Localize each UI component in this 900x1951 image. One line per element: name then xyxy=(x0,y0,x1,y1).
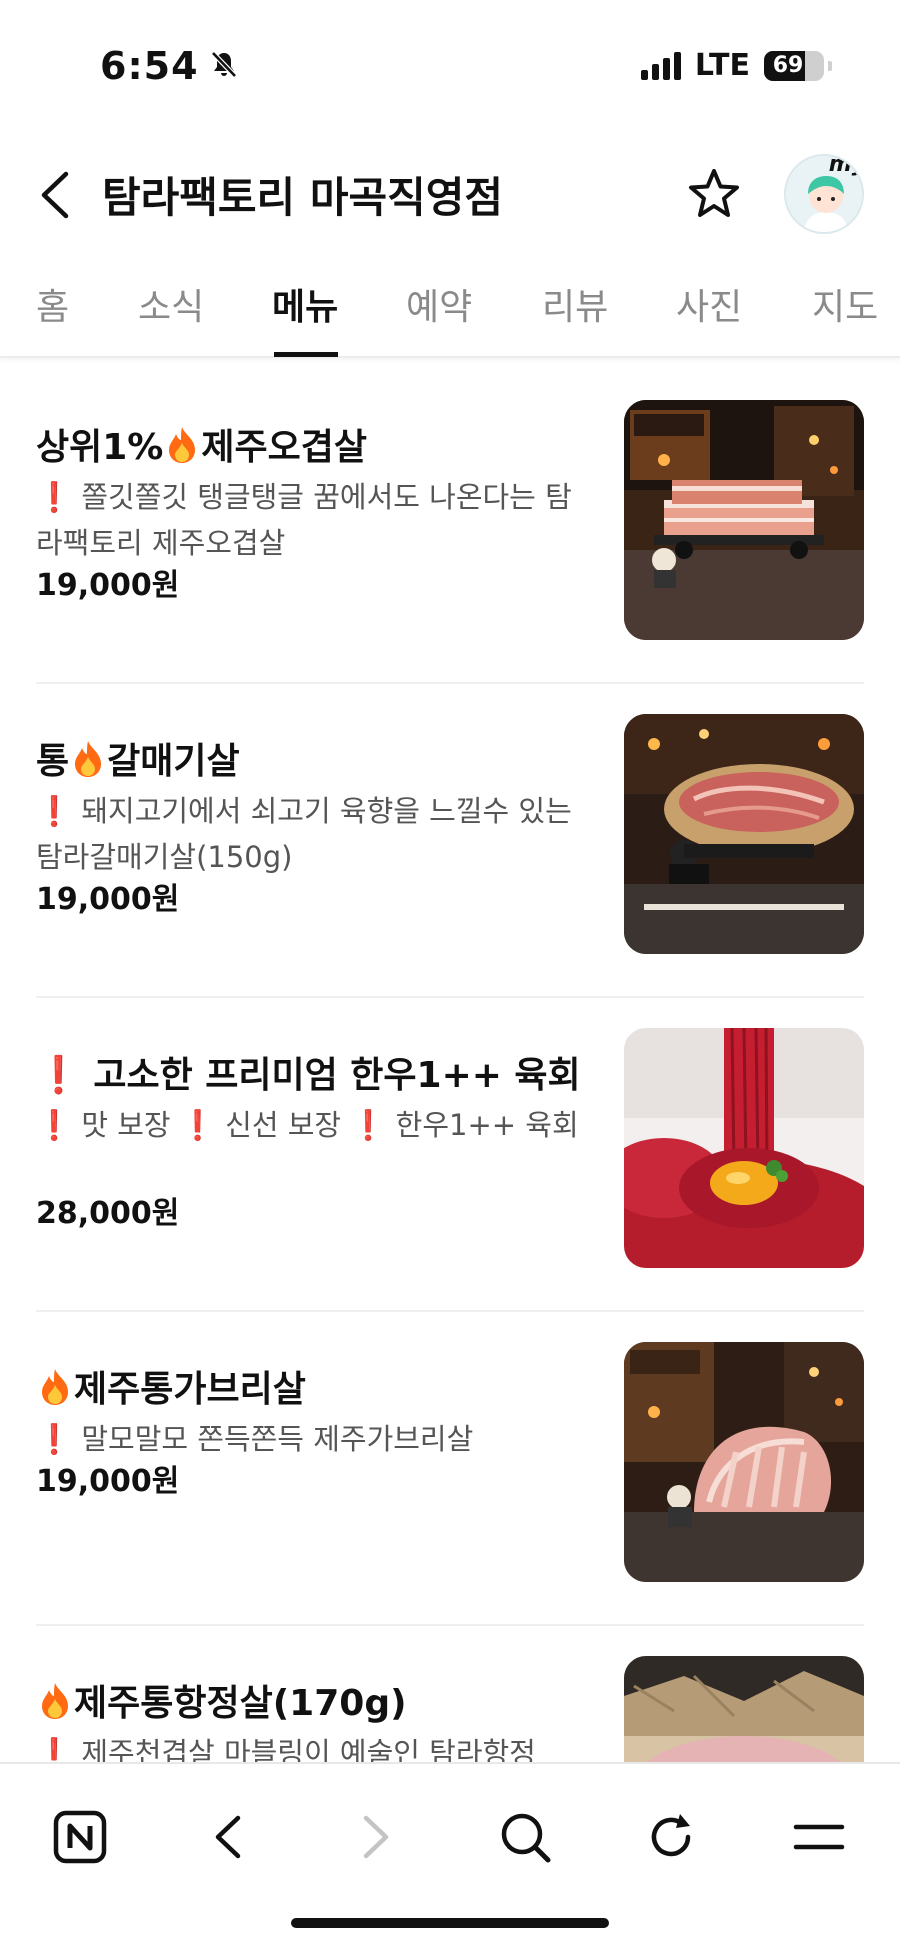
tab-bar: 홈 소식 메뉴 예약 리뷰 사진 지도 xyxy=(0,270,900,358)
exclamation-icon: ❗ xyxy=(36,480,73,514)
battery-percent: 69 xyxy=(772,52,804,78)
exclamation-icon: ❗ xyxy=(36,1055,81,1096)
beef-tartare-food-photo[interactable] xyxy=(624,1028,864,1268)
exclamation-icon: ❗ xyxy=(36,794,73,828)
forward-icon xyxy=(363,1815,389,1859)
pork-belly-food-photo[interactable] xyxy=(624,400,864,640)
menu-item-desc-text: 말모말모 쫀득쫀득 제주가브리살 xyxy=(81,1422,474,1456)
browser-forward-button[interactable] xyxy=(342,1802,412,1872)
menu-item-desc: ❗ 쫄깃쫄깃 탱글탱글 꿈에서도 나온다는 탐라팩토리 제주오겹살 xyxy=(36,474,591,566)
menu-item-desc-text: 돼지고기에서 쇠고기 육향을 느낄수 있는 탐라갈매기살(150g) xyxy=(36,794,572,874)
menu-item-price: 19,000원 xyxy=(36,568,180,603)
menu-item-name: 제주통가브리살 xyxy=(36,1360,306,1416)
clock: 6:54 xyxy=(100,44,199,88)
menu-item-desc: ❗ 제주천겹살 마블링이 예술인 탐라항정 xyxy=(36,1730,591,1762)
menu-item-name: 제주통항정살(170g) xyxy=(36,1674,407,1730)
network-label: LTE xyxy=(694,48,750,83)
galmaegisal-food-photo[interactable] xyxy=(624,714,864,954)
menu-item-desc-text: 쫄깃쫄깃 탱글탱글 꿈에서도 나온다는 탐라팩토리 제주오겹살 xyxy=(36,480,572,560)
tab-reservation[interactable]: 예약 xyxy=(406,278,472,330)
menu-item-desc-text: 제주천겹살 마블링이 예술인 탐라항정 xyxy=(81,1736,536,1762)
menu-item-name-suffix: 갈매기살 xyxy=(107,741,240,782)
gabrisal-food-photo[interactable] xyxy=(624,1342,864,1582)
place-header: 탐라팩토리 마곡직영점 my xyxy=(0,140,900,250)
favorite-button[interactable] xyxy=(684,164,744,224)
menu-item-name: ❗ 고소한 프리미엄 한우1++ 육회 xyxy=(36,1046,581,1098)
naver-home-icon xyxy=(53,1810,107,1864)
fire-icon xyxy=(38,1681,72,1730)
exclamation-icon: ❗ xyxy=(350,1108,387,1142)
search-icon xyxy=(501,1813,551,1863)
battery-cap xyxy=(828,60,832,71)
star-icon xyxy=(689,169,739,217)
search-button[interactable] xyxy=(490,1802,560,1872)
back-button[interactable] xyxy=(30,168,80,222)
menu-item-name-prefix: 통 xyxy=(36,741,70,782)
exclamation-icon: ❗ xyxy=(36,1422,73,1456)
menu-item[interactable]: 상위1% 제주오겹살 ❗ 쫄깃쫄깃 탱글탱글 꿈에서도 나온다는 탐라팩토리 제주… xyxy=(36,370,864,684)
tab-news[interactable]: 소식 xyxy=(138,278,204,330)
my-label: my xyxy=(828,154,864,177)
menu-item-price: 19,000원 xyxy=(36,1464,180,1499)
chevron-left-icon xyxy=(41,171,69,219)
status-indicators: LTE 69 xyxy=(640,48,832,83)
bell-off-icon xyxy=(209,44,239,88)
page-title: 탐라팩토리 마곡직영점 xyxy=(102,173,504,222)
menu-item-name-suffix: 고소한 프리미엄 한우1++ 육회 xyxy=(93,1055,581,1096)
menu-item[interactable]: 통 갈매기살 ❗ 돼지고기에서 쇠고기 육향을 느낄수 있는 탐라갈매기살(150… xyxy=(36,684,864,998)
menu-item-desc-text: 한우1++ 육회 xyxy=(395,1108,579,1142)
fire-icon xyxy=(38,1367,72,1416)
menu-item[interactable]: ❗ 고소한 프리미엄 한우1++ 육회 ❗ 맛 보장 ❗ 신선 보장 ❗ 한우1… xyxy=(36,998,864,1312)
tab-map[interactable]: 지도 xyxy=(812,278,878,330)
home-indicator[interactable] xyxy=(291,1918,609,1928)
menu-item[interactable]: 제주통가브리살 ❗ 말모말모 쫀득쫀득 제주가브리살 19,000원 xyxy=(36,1312,864,1626)
menu-item-name-suffix: 제주통항정살(170g) xyxy=(74,1683,407,1724)
status-bar: 6:54 LTE 69 xyxy=(0,0,900,130)
signal-icon xyxy=(640,51,681,80)
menu-item-desc: ❗ 돼지고기에서 쇠고기 육향을 느낄수 있는 탐라갈매기살(150g) xyxy=(36,788,591,880)
fire-icon xyxy=(165,425,199,474)
status-time: 6:54 xyxy=(100,44,239,88)
refresh-button[interactable] xyxy=(636,1802,706,1872)
active-tab-indicator xyxy=(274,352,338,357)
menu-item[interactable]: 제주통항정살(170g) ❗ 제주천겹살 마블링이 예술인 탐라항정 xyxy=(36,1626,864,1762)
browser-menu-button[interactable] xyxy=(784,1802,854,1872)
hangjeongsal-food-photo[interactable] xyxy=(624,1656,864,1762)
menu-item-price: 19,000원 xyxy=(36,882,180,917)
menu-item-name-suffix: 제주오겹살 xyxy=(201,427,367,468)
menu-item-name: 상위1% 제주오겹살 xyxy=(36,418,367,474)
back-icon xyxy=(215,1815,241,1859)
tab-photo[interactable]: 사진 xyxy=(676,278,742,330)
menu-item-name: 통 갈매기살 xyxy=(36,732,240,788)
browser-back-button[interactable] xyxy=(192,1802,262,1872)
exclamation-icon: ❗ xyxy=(36,1736,73,1762)
exclamation-icon: ❗ xyxy=(179,1108,216,1142)
menu-item-desc-text: 맛 보장 xyxy=(81,1108,171,1142)
battery-icon: 69 xyxy=(764,50,824,81)
tab-menu[interactable]: 메뉴 xyxy=(272,278,338,330)
menu-item-desc: ❗ 맛 보장 ❗ 신선 보장 ❗ 한우1++ 육회 xyxy=(36,1102,591,1148)
naver-home-button[interactable] xyxy=(45,1802,115,1872)
fire-icon xyxy=(71,739,105,788)
menu-item-desc-text: 신선 보장 xyxy=(225,1108,342,1142)
menu-item-price: 28,000원 xyxy=(36,1196,180,1231)
menu-item-name-suffix: 제주통가브리살 xyxy=(74,1369,306,1410)
tab-review[interactable]: 리뷰 xyxy=(542,278,608,330)
menu-list: 상위1% 제주오겹살 ❗ 쫄깃쫄깃 탱글탱글 꿈에서도 나온다는 탐라팩토리 제주… xyxy=(36,370,864,1762)
my-profile-button[interactable]: my xyxy=(784,154,864,234)
exclamation-icon: ❗ xyxy=(36,1108,73,1142)
refresh-icon xyxy=(651,1814,691,1857)
menu-icon xyxy=(793,1824,845,1850)
menu-item-name-prefix: 상위1% xyxy=(36,427,164,468)
tab-home[interactable]: 홈 xyxy=(36,278,69,330)
